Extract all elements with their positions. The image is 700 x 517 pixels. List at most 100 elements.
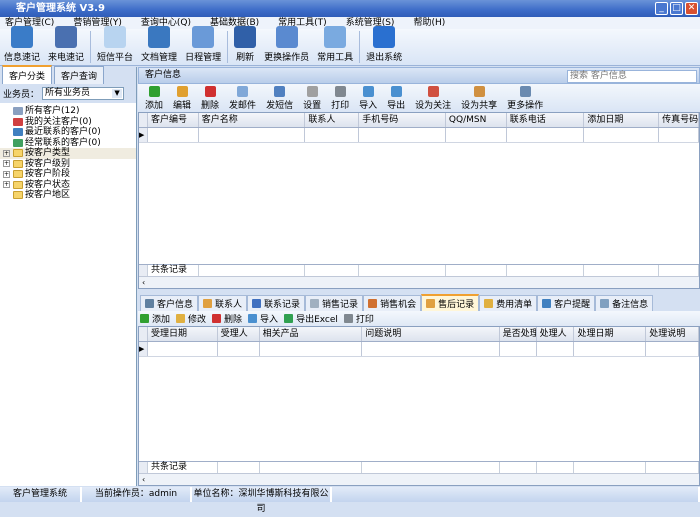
row-selector-icon[interactable]: ▶ [139,128,148,142]
toolbar-button-import[interactable]: 导入 [354,86,382,112]
maximize-button[interactable]: □ [670,2,683,15]
toolbar-button-print[interactable]: 打印 [326,86,354,112]
column-header[interactable]: 处理日期 [574,327,647,341]
table-cell[interactable] [305,128,360,142]
column-header[interactable]: QQ/MSN [446,113,507,127]
tree-item[interactable]: + 按客户级别 [0,159,136,170]
close-button[interactable]: ✕ [685,2,698,15]
tab-customer-category[interactable]: 客户分类 [2,65,53,84]
horizontal-scrollbar[interactable]: ‹ [139,276,699,288]
row-selector-icon[interactable]: ▶ [139,342,148,356]
column-header[interactable]: 受理人 [218,327,260,341]
column-header[interactable]: 问题说明 [362,327,500,341]
table-cell[interactable] [148,342,218,356]
toolbar-button-export[interactable]: 导出 [382,86,410,112]
toolbar-button-more[interactable]: 更多操作 [502,86,548,112]
toolbar-button-refresh[interactable]: 刷新 [230,26,260,65]
tab-reminder[interactable]: 客户提醒 [537,295,596,311]
table-cell[interactable] [584,128,660,142]
column-header[interactable]: 受理日期 [148,327,218,341]
salesperson-select[interactable]: 所有业务员 ▼ [42,87,125,100]
column-header[interactable]: 处理说明 [646,327,700,341]
tab-note[interactable]: 备注信息 [595,295,654,311]
column-header[interactable]: 相关产品 [260,327,363,341]
toolbar-button-calendar[interactable]: 日程管理 [181,26,225,65]
table-cell[interactable] [148,128,199,142]
tree-item[interactable]: 我的关注客户(0) [0,117,136,128]
minimize-button[interactable]: _ [655,2,668,15]
expand-icon[interactable]: + [3,149,10,157]
toolbar-button-notebook-pen[interactable]: 信息速记 [0,26,44,65]
tab-record[interactable]: 联系记录 [247,295,306,311]
horizontal-scrollbar[interactable]: ‹ [139,473,699,485]
tree-item[interactable]: 所有客户(12) [0,106,136,117]
tab-service[interactable]: 售后记录 [421,294,480,311]
toolbar-button-edit[interactable]: 编辑 [168,86,196,112]
expand-icon[interactable]: + [3,170,10,178]
tab-label: 销售机会 [380,300,417,310]
table-cell[interactable] [507,128,585,142]
table-cell[interactable] [446,128,507,142]
expand-icon[interactable]: + [3,160,10,168]
tree-item[interactable]: 最近联系的客户(0) [0,127,136,138]
table-cell[interactable] [362,342,500,356]
column-header[interactable]: 手机号码 [359,113,446,127]
column-header[interactable]: 处理人 [537,327,575,341]
table-cell[interactable] [646,342,700,356]
column-header[interactable]: 添加日期 [584,113,660,127]
table-cell[interactable] [199,128,306,142]
toolbar-button-id-card[interactable]: 更换操作员 [260,26,313,65]
folder-icon [13,191,23,200]
toolbar-button-share[interactable]: 设为共享 [456,86,502,112]
footer-cell [500,462,537,473]
column-header[interactable]: 联系人 [305,113,360,127]
table-cell[interactable] [359,128,446,142]
table-cell[interactable] [659,128,699,142]
detail-button-excel[interactable]: 导出Excel [284,312,338,325]
column-header[interactable]: 客户名称 [199,113,306,127]
tab-opportunity[interactable]: 销售机会 [363,295,422,311]
detail-button-delete[interactable]: 删除 [212,312,242,325]
toolbar-button-book[interactable]: 文档管理 [137,26,181,65]
expand-icon[interactable]: + [3,181,10,189]
table-cell[interactable] [218,342,260,356]
menu-item[interactable]: 帮助(H) [408,17,450,29]
table-row[interactable]: ▶ [139,342,700,357]
tab-contact[interactable]: 联系人 [198,295,248,311]
toolbar-button-follow[interactable]: 设为关注 [410,86,456,112]
table-cell[interactable] [500,342,537,356]
detail-button-import[interactable]: 导入 [248,312,278,325]
tree-item[interactable]: 经常联系的客户(0) [0,138,136,149]
tab-info[interactable]: 客户信息 [140,295,199,311]
column-header[interactable]: 客户编号 [148,113,199,127]
table-cell[interactable] [260,342,363,356]
toolbar-button-gear[interactable]: 设置 [298,86,326,112]
toolbar-button-exit[interactable]: 退出系统 [362,26,406,65]
toolbar-button-envelope[interactable]: 短信平台 [93,26,137,65]
toolbar-button-delete[interactable]: 删除 [196,86,224,112]
tab-expense[interactable]: 费用清单 [479,295,538,311]
detail-button-edit[interactable]: 修改 [176,312,206,325]
toolbar-button-wrench[interactable]: 常用工具 [313,26,357,65]
detail-button-print[interactable]: 打印 [343,312,374,325]
tree-label: 按客户地区 [25,190,71,200]
column-header[interactable]: 是否处理 [500,327,537,341]
tree-item[interactable]: 按客户地区 [0,190,136,201]
table-cell[interactable] [574,342,647,356]
tab-sales[interactable]: 销售记录 [305,295,364,311]
search-input[interactable]: 搜索 客户信息 [567,70,697,83]
column-header[interactable]: 传真号码 [659,113,699,127]
toolbar-button-phone-note[interactable]: 来电速记 [44,26,88,65]
toolbar-button-add[interactable]: 添加 [140,86,168,112]
footer-cell [218,462,260,473]
detail-button-add[interactable]: 添加 [140,312,170,325]
tree-item[interactable]: + 按客户类型 [0,148,136,159]
tree-item[interactable]: + 按客户状态 [0,180,136,191]
tree-item[interactable]: + 按客户阶段 [0,169,136,180]
table-cell[interactable] [537,342,575,356]
tab-customer-query[interactable]: 客户查询 [54,66,105,84]
table-row[interactable]: ▶ [139,128,699,143]
column-header[interactable]: 联系电话 [507,113,585,127]
toolbar-button-sms[interactable]: 发短信 [261,86,298,112]
toolbar-button-mail[interactable]: 发邮件 [224,86,261,112]
